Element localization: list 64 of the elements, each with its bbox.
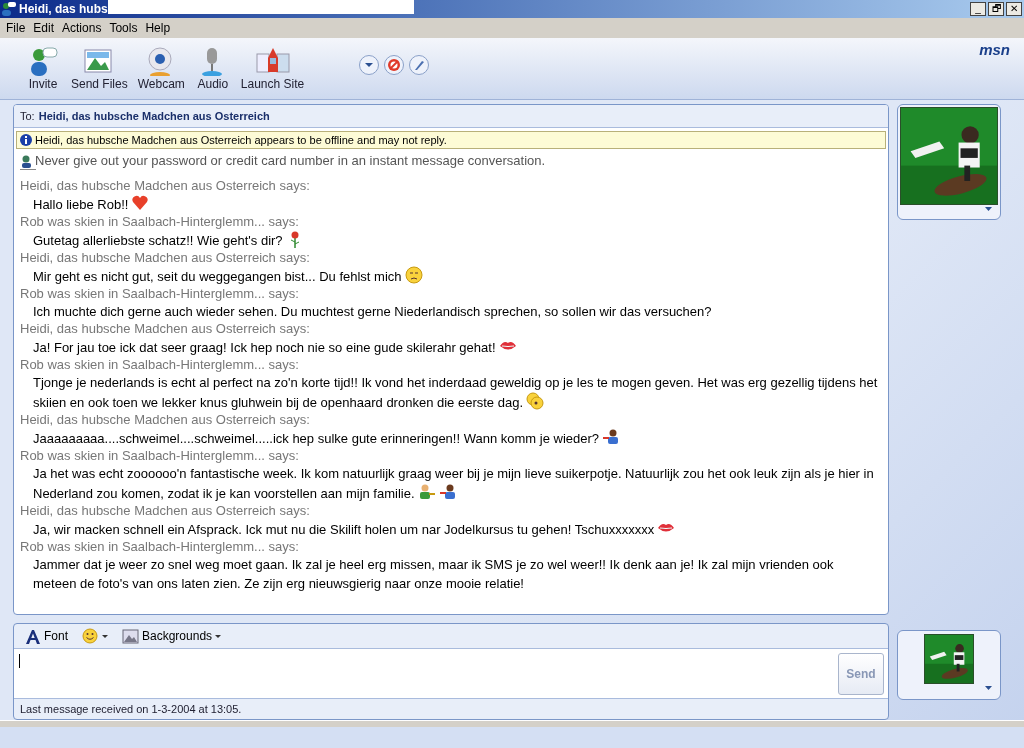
- block-icon: [387, 57, 402, 72]
- minimize-button[interactable]: _: [970, 2, 986, 16]
- status-text: Last message received on 1-3-2004 at 13:05.: [19, 702, 243, 717]
- person-icon: [20, 153, 33, 168]
- message-text: Hallo liebe Rob!!: [20, 194, 882, 214]
- smiley-icon: [82, 627, 99, 645]
- caret-icon: [985, 686, 992, 690]
- sender-line: Heidi, das hubsche Madchen aus Osterreich says:: [20, 412, 311, 428]
- dropdown-button[interactable]: [359, 54, 380, 75]
- safety-warning: Never give out your password or credit card number in an instant message conversation.: [35, 153, 546, 168]
- message-text: Jaaaaaaaaa....schweimel....schweimel.....ick hep sulke gute erinneringen!! Wann komm je wieder?: [20, 428, 882, 448]
- msn-logo: msn: [979, 41, 1010, 58]
- sender-line: Heidi, das hubsche Madchen aus Osterreich says:: [20, 250, 311, 266]
- menu-item[interactable]: File: [2, 21, 30, 35]
- toolbar-button[interactable]: Invite: [20, 44, 66, 93]
- message-text: Ja, wir macken schnell ein Afsprack. Ick mut nu die Skilift holen um nar Jodelkursus tu gehen! Tschuxxxxxxx: [20, 519, 882, 539]
- sender-line: Heidi, das hubsche Madchen aus Osterreich says:: [20, 178, 311, 194]
- block-button[interactable]: [384, 54, 405, 75]
- message-text: Gutetag allerliebste schatz!! Wie geht's dir?: [20, 230, 882, 250]
- toolbar-button[interactable]: Launch Site: [235, 44, 310, 93]
- sender-line: Rob was skien in Saalbach-Hinterglemm... says:: [20, 286, 300, 302]
- menu-item[interactable]: Help: [141, 21, 175, 35]
- sender-line: Rob was skien in Saalbach-Hinterglemm... says:: [20, 448, 300, 464]
- sender-line: Heidi, das hubsche Madchen aus Osterreich says:: [20, 503, 311, 519]
- message-text: Ich muchte dich gerne auch wieder sehen. Du muchtest gerne Niederlandisch sprechen, so sollen wir das versuchen?: [32, 303, 713, 321]
- person-icon: [417, 483, 436, 501]
- caret-icon: [985, 207, 992, 211]
- info-icon: [20, 134, 32, 146]
- frowning-face-icon: [404, 266, 423, 284]
- rocket-icon: [254, 46, 291, 76]
- messenger-icon: [0, 1, 16, 17]
- menu-item[interactable]: Edit: [29, 21, 59, 35]
- toolbar-button[interactable]: Audio: [189, 44, 236, 93]
- emoticon-button[interactable]: [80, 627, 110, 645]
- restore-button[interactable]: 🗗: [988, 2, 1004, 16]
- toolbar-button[interactable]: Webcam: [132, 44, 190, 93]
- caret-icon: [102, 634, 108, 638]
- menu-item[interactable]: Actions: [58, 21, 106, 35]
- landscape-icon: [122, 627, 139, 645]
- sender-line: Rob was skien in Saalbach-Hinterglemm... says:: [20, 357, 300, 373]
- person-icon: [438, 483, 457, 501]
- toolbar-button[interactable]: Send Files: [66, 44, 133, 93]
- message-text: Mir geht es nicht gut, seit du weggegangen bist... Du fehlst mich: [20, 266, 882, 286]
- theme-button[interactable]: [409, 54, 430, 75]
- message-text: Tjonge je nederlands is echt al perfect na zo'n korte tijd!! Ik vond het inderdaad geweldig op je les te mogen geven. Het was erg gezellig tijdens het skiien en ook toen we lekker knus gluhwein bij de openhaard dronken die eerste dag.: [32, 374, 879, 412]
- sender-line: Rob was skien in Saalbach-Hinterglemm... says:: [20, 214, 300, 230]
- window-title: Heidi, das hubs: [19, 2, 108, 16]
- font-button[interactable]: Font: [22, 627, 70, 645]
- to-label: To:: [20, 110, 35, 122]
- sender-line: Rob was skien in Saalbach-Hinterglemm... says:: [20, 539, 300, 555]
- menu-item[interactable]: Tools: [105, 21, 142, 35]
- caret-icon: [215, 634, 222, 638]
- message-text: Ja het was echt zoooooo'n fantastische week. Ik kom natuurlijk graag weer bij je mijn lieve suikerpotje. Natuurlijk zou het ook leuk zijn als je hier in Nederland zou komen, zodat ik je kan voorstellen aan mijn familie.: [32, 465, 875, 503]
- font-icon: [24, 627, 41, 645]
- offline-notice: Heidi, das hubsche Madchen aus Osterreich appears to be offline and may not reply.: [35, 134, 447, 146]
- heart-icon: [131, 194, 150, 212]
- recipient-name: Heidi, das hubsche Madchen aus Osterreich: [38, 110, 270, 122]
- close-button[interactable]: ✕: [1006, 2, 1022, 16]
- message-text: Ja! For jau toe ick dat seer graag! Ick hep noch nie so eine gude skilerahr gehat!: [20, 337, 882, 357]
- sender-line: Heidi, das hubsche Madchen aus Osterreich says:: [20, 321, 311, 337]
- person-icon: [602, 428, 621, 446]
- message-text: Jammer dat je weer zo snel weg moet gaan. Ik zal je heel erg missen, maar ik SMS je zo wel weer!! Ik denk aan je! Ik zal mijn vrienden ook meteen de foto's van ons laten zien. Ze zijn erg nieuwsgierig naar onze mooie relatie!: [32, 556, 835, 593]
- confused-face-icon: [526, 392, 544, 410]
- backgrounds-button[interactable]: Backgrounds: [120, 627, 224, 645]
